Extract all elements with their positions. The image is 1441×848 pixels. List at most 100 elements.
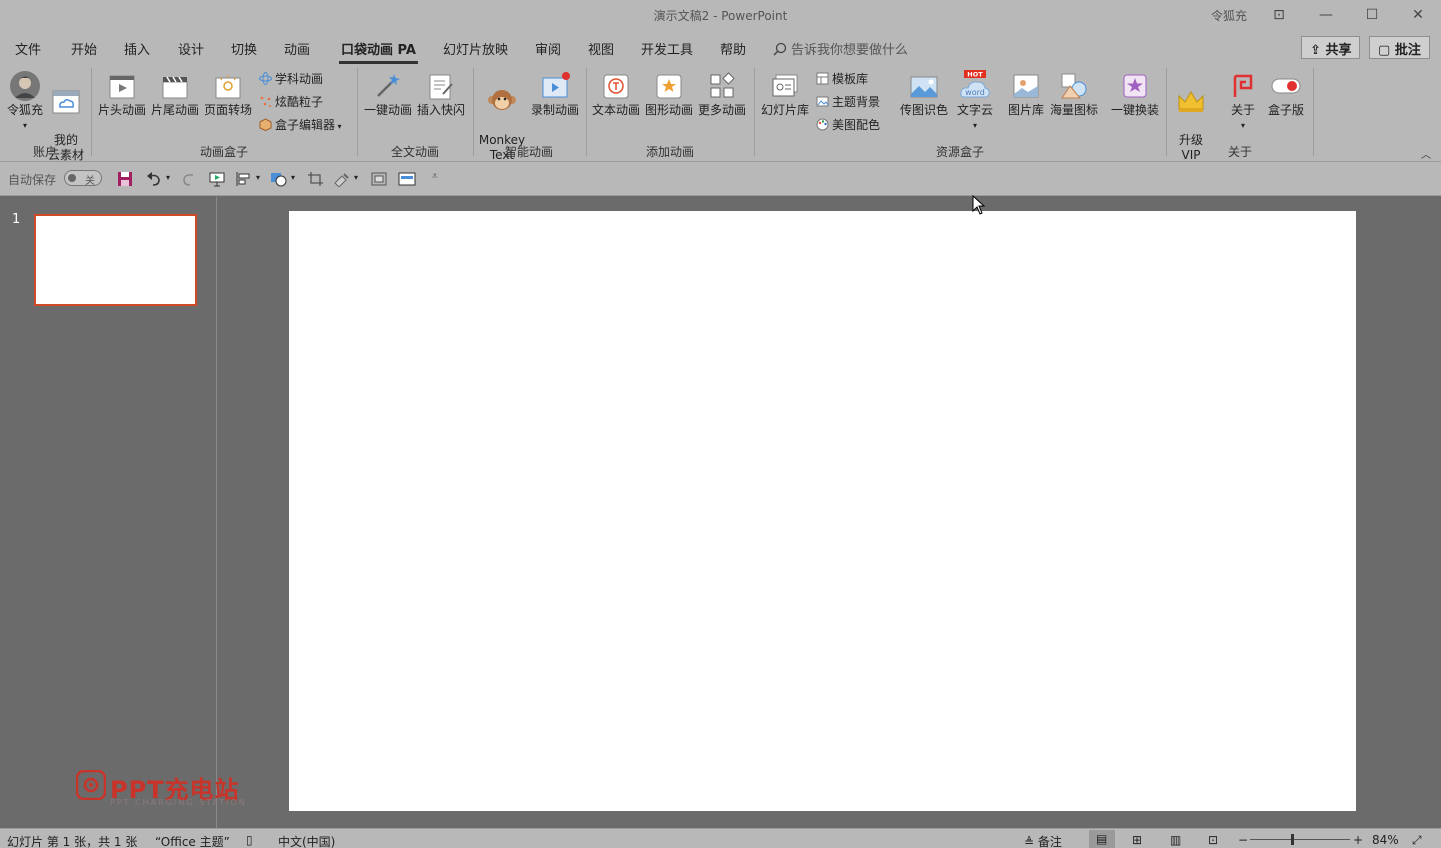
slide-counter: 幻灯片 第 1 张，共 1 张 — [7, 835, 138, 848]
watermark-logo-icon — [76, 770, 106, 800]
tell-me-text: 告诉我你想要做什么 — [791, 43, 909, 58]
share-button[interactable]: ⇪ 共享 — [1301, 36, 1361, 59]
format-dropdown-icon[interactable]: ▾ — [354, 173, 358, 182]
user-name[interactable]: 令狐充 — [1211, 7, 1247, 24]
group-objects-icon[interactable] — [370, 171, 388, 187]
tab-transitions[interactable]: 切换 — [231, 39, 257, 58]
slide-sorter-icon[interactable]: ⊞ — [1132, 833, 1142, 847]
more-animation-button[interactable]: 更多动画 — [696, 70, 748, 118]
maximize-button[interactable]: ☐ — [1349, 0, 1395, 30]
zoom-in-icon[interactable]: + — [1353, 833, 1363, 847]
share-label: 共享 — [1325, 43, 1352, 58]
tab-slideshow[interactable]: 幻灯片放映 — [443, 39, 508, 58]
picture-library-button[interactable]: 图片库 — [1002, 70, 1050, 118]
tab-help[interactable]: 帮助 — [720, 39, 746, 58]
icon-library-button[interactable]: 海量图标 — [1048, 70, 1100, 118]
tab-home[interactable]: 开始 — [71, 39, 97, 58]
align-dropdown-icon[interactable]: ▾ — [256, 173, 260, 182]
tab-developer[interactable]: 开发工具 — [641, 39, 693, 58]
chevron-down-icon: ▾ — [22, 121, 27, 130]
minimize-button[interactable]: — — [1303, 0, 1349, 30]
record-animation-button[interactable]: 录制动画 — [529, 70, 581, 118]
intro-animation-button[interactable]: 片头动画 — [96, 70, 148, 118]
fit-to-window-icon[interactable]: ⤢ — [1412, 833, 1422, 848]
palette-button[interactable]: 美图配色 — [816, 116, 880, 133]
group-label-account: 账户 — [32, 145, 57, 159]
shapes-dropdown-icon[interactable]: ▾ — [291, 173, 295, 182]
word-cloud-button[interactable]: HOT word 文字云 ▾ — [952, 70, 998, 133]
language-indicator[interactable]: 中文(中国) — [278, 833, 335, 848]
slide-thumbnail[interactable] — [34, 214, 197, 306]
group-label-resource: 资源盒子 — [935, 145, 984, 159]
account-button[interactable]: 令狐充 ▾ — [5, 70, 45, 133]
crown-icon — [1178, 91, 1204, 112]
zoom-level[interactable]: 84% — [1372, 833, 1399, 847]
slide-library-button[interactable]: 幻灯片库 — [758, 70, 812, 118]
tab-animations[interactable]: 动画 — [284, 39, 310, 58]
redo-icon[interactable] — [180, 171, 198, 187]
star-shape-icon — [656, 74, 682, 99]
tab-design[interactable]: 设计 — [178, 39, 204, 58]
theme-background-button[interactable]: 主题背景 — [816, 93, 880, 110]
search-icon — [773, 42, 787, 56]
reading-view-icon[interactable]: ▥ — [1170, 833, 1181, 847]
slide-canvas[interactable] — [289, 211, 1356, 811]
account-user-label: 令狐充 — [6, 103, 43, 117]
zoom-out-icon[interactable]: − — [1238, 833, 1248, 847]
one-click-animation-button[interactable]: 一键动画 — [362, 70, 414, 118]
tab-pocket-animation[interactable]: 口袋动画 PA — [339, 39, 418, 64]
text-animation-button[interactable]: 文本动画 — [590, 70, 642, 118]
autosave-toggle[interactable]: 关 — [64, 170, 102, 187]
template-icon — [816, 72, 829, 85]
ribbon-display-options-button[interactable]: ⊡ — [1256, 0, 1302, 30]
template-library-button[interactable]: 模板库 — [816, 70, 868, 87]
spellcheck-icon[interactable]: ▯ — [246, 833, 253, 847]
zoom-slider-thumb[interactable] — [1291, 834, 1294, 845]
format-painter-icon[interactable] — [333, 171, 351, 187]
crop-icon[interactable] — [307, 171, 325, 187]
picture-library-label: 图片库 — [1007, 103, 1044, 117]
tab-file[interactable]: 文件 — [15, 39, 41, 58]
clapperboard-icon — [162, 76, 188, 99]
text-animation-label: 文本动画 — [591, 103, 640, 117]
slideshow-icon[interactable]: ⊡ — [1208, 833, 1218, 847]
close-button[interactable]: ✕ — [1395, 0, 1441, 30]
lightbulb-icon — [215, 75, 241, 99]
shape-animation-button[interactable]: 图形动画 — [643, 70, 695, 118]
particles-label: 炫酷粒子 — [275, 95, 324, 109]
group-label-smart: 智能动画 — [504, 145, 553, 159]
customize-toolbar-icon[interactable]: ⩡ — [432, 171, 438, 182]
outro-animation-button[interactable]: 片尾动画 — [149, 70, 201, 118]
insert-flash-button[interactable]: 插入快闪 — [415, 70, 467, 118]
save-icon[interactable] — [116, 171, 134, 187]
align-left-icon[interactable] — [235, 171, 253, 187]
about-button[interactable]: 关于 ▾ — [1222, 70, 1264, 133]
tab-view[interactable]: 视图 — [588, 39, 614, 58]
comment-icon: ▢ — [1378, 43, 1391, 58]
tab-review[interactable]: 审阅 — [535, 39, 561, 58]
shapes-insert-icon[interactable] — [270, 171, 288, 187]
screen-view-icon[interactable] — [398, 171, 416, 187]
particles-button[interactable]: 炫酷粒子 — [259, 93, 323, 110]
undo-dropdown-icon[interactable]: ▾ — [166, 173, 170, 182]
slide-library-label: 幻灯片库 — [760, 103, 809, 117]
present-from-start-icon[interactable] — [208, 171, 226, 187]
tab-insert[interactable]: 插入 — [124, 39, 150, 58]
notes-button[interactable]: ≜ 备注 — [1024, 833, 1062, 848]
collapse-ribbon-icon[interactable]: ︿ — [1421, 146, 1431, 161]
palette-icon — [816, 118, 829, 131]
about-label: 关于 — [1230, 103, 1255, 117]
box-editor-button[interactable]: 盒子编辑器 ▾ — [259, 116, 342, 133]
toggle-on-icon — [1271, 78, 1301, 94]
one-click-replace-button[interactable]: 一键换装 — [1108, 70, 1162, 118]
tell-me-search[interactable]: 告诉我你想要做什么 — [773, 39, 908, 58]
zoom-slider[interactable] — [1250, 839, 1350, 840]
pick-color-from-image-button[interactable]: 传图识色 — [897, 70, 951, 118]
page-transition-button[interactable]: 页面转场 — [202, 70, 254, 118]
science-animation-button[interactable]: 学科动画 — [259, 70, 323, 87]
normal-view-button[interactable]: ▤ — [1089, 830, 1115, 848]
outro-animation-label: 片尾动画 — [150, 103, 199, 117]
comments-button[interactable]: ▢ 批注 — [1369, 36, 1430, 59]
box-edition-toggle[interactable]: 盒子版 — [1264, 70, 1308, 118]
undo-icon[interactable] — [145, 171, 163, 187]
